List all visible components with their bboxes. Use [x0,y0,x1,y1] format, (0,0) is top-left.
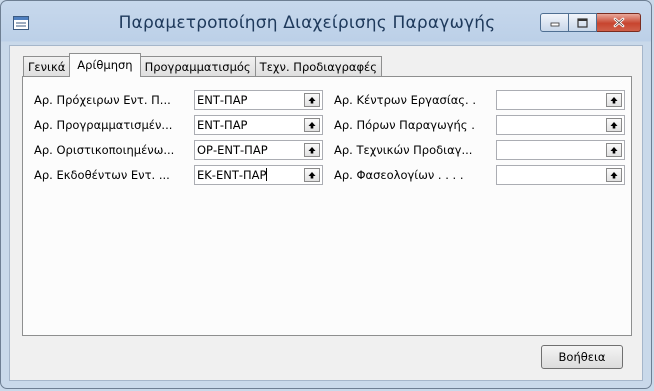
maximize-button[interactable] [569,13,597,32]
field-value: ΟΡ-ΕΝΤ-ΠΑΡ [197,143,268,157]
field-label: Αρ. Πρόχειρων Εντ. Π... [34,93,171,107]
released-order-nos-input[interactable]: ΕΚ-ΕΝΤ-ΠΑΡ [194,165,323,185]
field-label: Αρ. Οριστικοποιημένω... [34,143,175,157]
field-row: Αρ. Κέντρων Εργασίας. . [334,90,484,110]
assist-up-arrow-icon[interactable] [606,93,622,107]
help-button[interactable]: Βοήθεια [541,345,623,369]
tab-general[interactable]: Γενικά [23,56,71,77]
field-row: Αρ. Πρόχειρων Εντ. Π... [34,90,184,110]
work-center-nos-input[interactable] [496,90,625,110]
tab-numbering[interactable]: Αρίθμηση [69,53,141,77]
title-bar[interactable]: Παραμετροποίηση Διαχείρισης Παραγωγής [1,1,653,45]
assist-up-arrow-icon[interactable] [304,93,320,107]
close-icon [613,17,624,28]
field-row: Αρ. Οριστικοποιημένω... [34,140,184,160]
assist-up-arrow-icon[interactable] [304,168,320,182]
field-row: Αρ. Τεχνικών Προδιαγ... [334,140,484,160]
tab-planning[interactable]: Προγραμματισμός [139,56,256,77]
tab-strip: Γενικά Αρίθμηση Προγραμματισμός Τεχν. Πρ… [23,53,383,77]
maximize-icon [577,17,588,28]
bom-nos-input[interactable] [496,140,625,160]
assist-up-arrow-icon[interactable] [304,118,320,132]
field-label: Αρ. Κέντρων Εργασίας. . [334,93,477,107]
production-order-nos-input[interactable]: ΕΝΤ-ΠΑΡ [194,90,323,110]
field-label: Αρ. Φασεολογίων . . . . [334,168,464,182]
field-label: Αρ. Προγραμματισμέν... [34,118,173,132]
field-label: Αρ. Εκδοθέντων Εντ. ... [34,168,170,182]
routing-nos-input[interactable] [496,165,625,185]
minimize-button[interactable] [540,13,569,32]
close-button[interactable] [597,13,641,32]
field-value: ΕΝΤ-ΠΑΡ [197,118,248,132]
assist-up-arrow-icon[interactable] [304,143,320,157]
assist-up-arrow-icon[interactable] [606,143,622,157]
assist-up-arrow-icon[interactable] [606,168,622,182]
firm-planned-order-nos-input[interactable]: ΟΡ-ΕΝΤ-ΠΑΡ [194,140,323,160]
minimize-icon [550,22,559,26]
field-row: Αρ. Πόρων Παραγωγής . [334,115,484,135]
field-row: Αρ. Προγραμματισμέν... [34,115,184,135]
planned-order-nos-input[interactable]: ΕΝΤ-ΠΑΡ [194,115,323,135]
field-row: Αρ. Εκδοθέντων Εντ. ... [34,165,184,185]
field-row: Αρ. Φασεολογίων . . . . [334,165,484,185]
numbering-tab-panel: Αρ. Πρόχειρων Εντ. Π... ΕΝΤ-ΠΑΡ Αρ. Προγ… [22,76,632,336]
dialog-window: Παραμετροποίηση Διαχείρισης Παραγωγής Γε… [0,0,652,389]
field-label: Αρ. Τεχνικών Προδιαγ... [334,143,473,157]
field-label: Αρ. Πόρων Παραγωγής . [334,118,475,132]
text-cursor [266,168,268,181]
dialog-client-area: Γενικά Αρίθμηση Προγραμματισμός Τεχν. Πρ… [9,45,643,381]
machine-center-nos-input[interactable] [496,115,625,135]
field-value: ΕΝΤ-ΠΑΡ [197,93,248,107]
assist-up-arrow-icon[interactable] [606,118,622,132]
tab-technical-specs[interactable]: Τεχν. Προδιαγραφές [254,56,383,77]
field-value: ΕΚ-ΕΝΤ-ΠΑΡ [197,168,267,182]
